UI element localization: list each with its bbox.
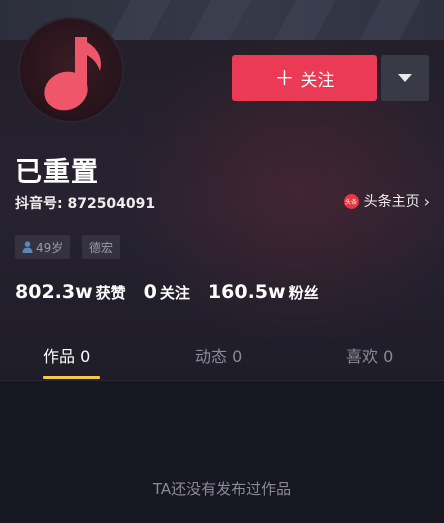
profile-page: ＋ 关注 已重置 抖音号: 872504091 头条 头条主页 › 49岁 德宏… [0, 0, 444, 523]
person-icon [22, 241, 33, 253]
profile-name: 已重置 [15, 157, 99, 188]
follow-button-label: 关注 [300, 70, 335, 91]
more-options-button[interactable] [381, 55, 429, 101]
age-tag: 49岁 [15, 235, 71, 259]
tab-dynamic[interactable]: 动态 0 [195, 343, 242, 367]
following-label: 关注 [159, 284, 190, 302]
chevron-right-icon: › [423, 191, 430, 211]
location-label: 德宏 [89, 240, 114, 255]
age-label: 49岁 [36, 240, 64, 255]
toutiao-logo-icon: 头条 [343, 193, 359, 209]
fans-count: 160.5w [207, 281, 286, 303]
likes-stat: 802.3w 获赞 [15, 281, 126, 303]
tab-works[interactable]: 作品 0 [43, 343, 90, 367]
douyin-id: 抖音号: 872504091 [15, 196, 156, 212]
music-note-icon [44, 37, 101, 111]
active-tab-indicator [43, 376, 100, 379]
profile-stats: 802.3w 获赞 0 关注 160.5w 粉丝 [15, 281, 337, 303]
follow-button[interactable]: ＋ 关注 [232, 55, 377, 101]
following-count: 0 [143, 281, 157, 303]
works-content-area [0, 381, 444, 523]
following-stat[interactable]: 0 关注 [144, 281, 190, 303]
toutiao-homepage-link[interactable]: 头条 头条主页 › [343, 191, 430, 211]
tab-likes[interactable]: 喜欢 0 [346, 343, 393, 367]
plus-icon: ＋ [274, 66, 295, 90]
banner-decoration [356, 0, 424, 40]
toutiao-link-label: 头条主页 [363, 194, 420, 210]
fans-label: 粉丝 [288, 284, 319, 302]
empty-works-message: TA还没有发布过作品 [152, 480, 292, 498]
avatar[interactable] [18, 17, 124, 123]
location-tag: 德宏 [82, 235, 121, 259]
likes-count: 802.3w [15, 281, 93, 303]
chevron-down-icon [398, 74, 412, 82]
banner-decoration [186, 0, 254, 40]
banner-decoration [271, 0, 339, 40]
likes-label: 获赞 [95, 284, 126, 302]
fans-stat[interactable]: 160.5w 粉丝 [208, 281, 319, 303]
